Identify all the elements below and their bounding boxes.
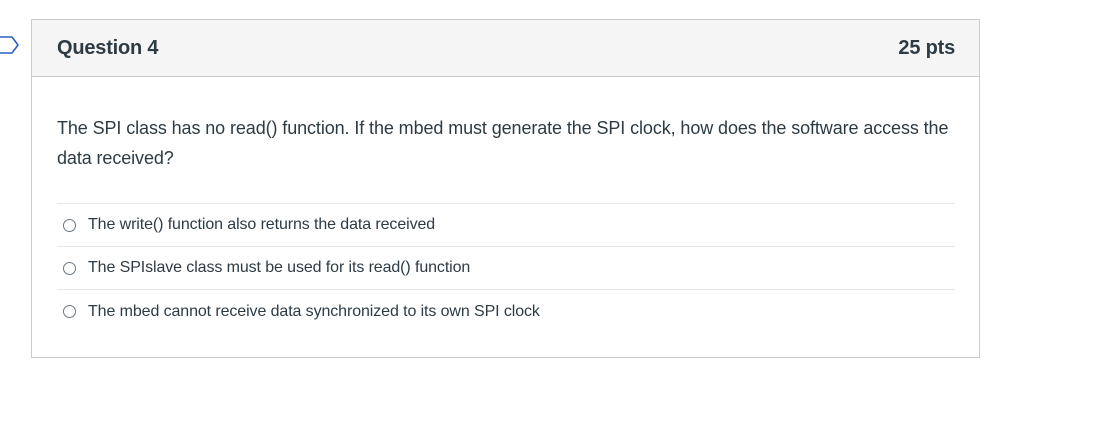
radio-button[interactable] <box>63 218 76 232</box>
question-points: 25 pts <box>898 36 955 59</box>
quiz-page: Question 4 25 pts The SPI class has no r… <box>0 0 1100 432</box>
answer-option[interactable]: The write() function also returns the da… <box>57 204 955 247</box>
answer-label[interactable]: The SPIslave class must be used for its … <box>88 259 470 277</box>
answer-option[interactable]: The mbed cannot receive data synchronize… <box>57 290 955 333</box>
answer-option[interactable]: The SPIslave class must be used for its … <box>57 247 955 290</box>
question-title: Question 4 <box>57 36 159 59</box>
question-card: Question 4 25 pts The SPI class has no r… <box>31 19 980 358</box>
answer-list: The write() function also returns the da… <box>57 203 955 333</box>
flag-question-icon[interactable] <box>0 35 20 55</box>
answer-label[interactable]: The mbed cannot receive data synchronize… <box>88 303 540 321</box>
radio-button[interactable] <box>63 305 76 318</box>
answer-label[interactable]: The write() function also returns the da… <box>88 216 435 234</box>
question-body: The SPI class has no read() function. If… <box>32 77 979 333</box>
question-header: Question 4 25 pts <box>32 20 979 77</box>
question-text: The SPI class has no read() function. If… <box>57 118 949 168</box>
radio-button[interactable] <box>63 261 76 275</box>
